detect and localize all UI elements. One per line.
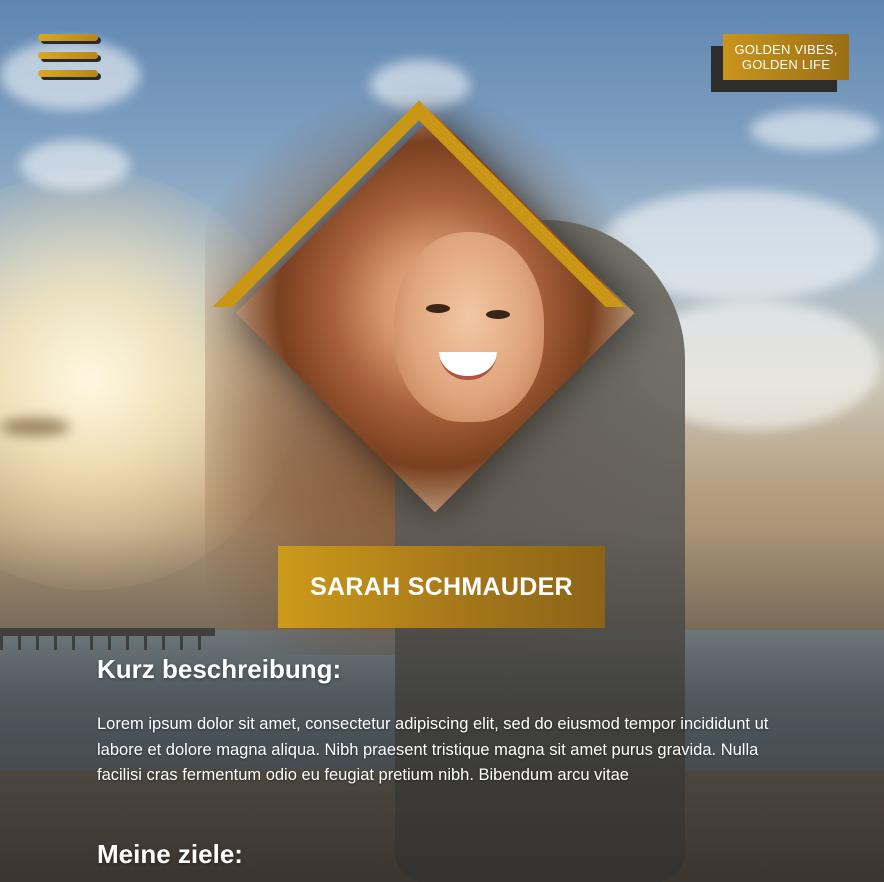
menu-bar (38, 70, 98, 77)
description-text: Lorem ipsum dolor sit amet, consectetur … (97, 715, 769, 784)
goals-title: Meine ziele: (97, 839, 243, 869)
profile-name-banner: SARAH SCHMAUDER (278, 546, 605, 628)
description-title: Kurz beschreibung: (97, 654, 342, 684)
slogan-badge: GOLDEN VIBES, GOLDEN LIFE (711, 34, 849, 92)
menu-bar (38, 34, 98, 41)
page: GOLDEN VIBES, GOLDEN LIFE SARAH SCHMAUDE… (0, 0, 884, 882)
menu-bar (38, 52, 98, 59)
slogan-badge-text: GOLDEN VIBES, GOLDEN LIFE (723, 34, 849, 80)
hamburger-menu-icon[interactable] (38, 34, 102, 86)
